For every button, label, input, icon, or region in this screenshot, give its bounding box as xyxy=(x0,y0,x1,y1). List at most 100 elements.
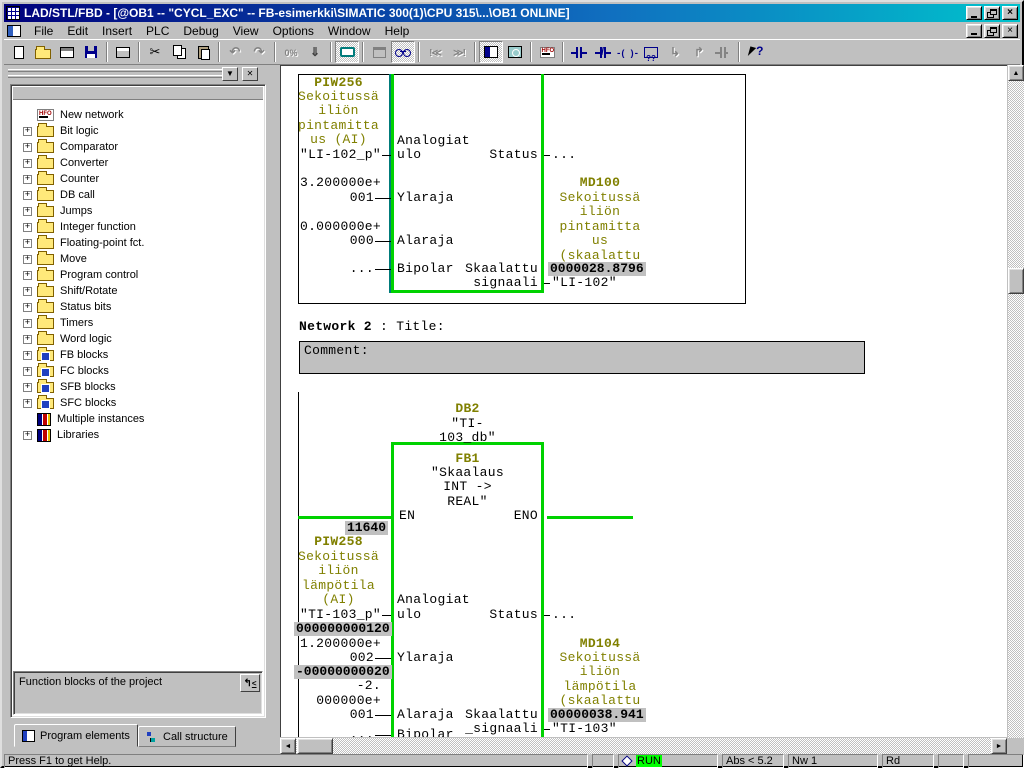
n2-lower-limit-line3[interactable]: 001 xyxy=(296,708,374,722)
document-window-icon[interactable] xyxy=(7,25,21,37)
menu-file[interactable]: File xyxy=(27,22,60,40)
tree-item-sfb-blocks[interactable]: SFB blocks xyxy=(13,379,263,395)
expand-icon[interactable] xyxy=(23,431,32,440)
expand-icon[interactable] xyxy=(23,319,32,328)
menu-options[interactable]: Options xyxy=(266,22,321,40)
expand-icon[interactable] xyxy=(23,127,32,136)
tree-item-jumps[interactable]: Jumps xyxy=(13,203,263,219)
expand-icon[interactable] xyxy=(23,159,32,168)
open-button[interactable] xyxy=(31,41,55,63)
expand-icon[interactable] xyxy=(23,303,32,312)
detail-view-button[interactable] xyxy=(503,41,527,63)
network2-comment-box[interactable]: Comment: xyxy=(299,341,865,374)
tree-item-program-control[interactable]: Program control xyxy=(13,267,263,283)
menu-insert[interactable]: Insert xyxy=(95,22,139,40)
vertical-scrollbar[interactable]: ▲ ▼ xyxy=(1008,65,1024,754)
expand-icon[interactable] xyxy=(23,239,32,248)
coil-button[interactable] xyxy=(615,41,639,63)
network2-header[interactable]: Network 2 : Title: xyxy=(299,320,445,334)
expand-icon[interactable] xyxy=(23,367,32,376)
open-branch-button[interactable] xyxy=(663,41,687,63)
tab-program-elements[interactable]: Program elements xyxy=(14,724,138,747)
paste-button[interactable] xyxy=(191,41,215,63)
tree-item-libraries[interactable]: Libraries xyxy=(13,427,263,443)
sidebar-gripper[interactable] xyxy=(8,69,232,72)
navigate-up-button[interactable]: ↰< xyxy=(240,674,260,692)
expand-icon[interactable] xyxy=(23,335,32,344)
child-restore-button[interactable] xyxy=(984,24,1000,38)
n1-status-value[interactable]: ... xyxy=(552,148,576,162)
monitor-button[interactable] xyxy=(391,41,415,63)
menu-debug[interactable]: Debug xyxy=(176,22,225,40)
minimize-button[interactable] xyxy=(966,6,982,20)
tree-item-shift-rotate[interactable]: Shift/Rotate xyxy=(13,283,263,299)
editor-canvas[interactable]: PIW256 Sekoitussä iliön pintamitta us (A… xyxy=(280,65,1007,737)
menu-help[interactable]: Help xyxy=(378,22,417,40)
expand-icon[interactable] xyxy=(23,207,32,216)
scroll-up-button[interactable]: ▲ xyxy=(1008,65,1024,81)
sidebar-close-button[interactable]: ✕ xyxy=(242,67,258,81)
restore-button[interactable] xyxy=(984,6,1000,20)
download-button[interactable] xyxy=(303,41,327,63)
symbol-information-button[interactable] xyxy=(367,41,391,63)
program-elements-tree[interactable]: New network Bit logic Comparator Convert… xyxy=(13,100,263,667)
expand-icon[interactable] xyxy=(23,399,32,408)
sidebar-gripper[interactable] xyxy=(8,75,232,78)
n2-status-value[interactable]: ... xyxy=(552,608,576,622)
program-elements-overview-button[interactable] xyxy=(479,41,503,63)
tree-item-fb-blocks[interactable]: FB blocks xyxy=(13,347,263,363)
context-help-button[interactable] xyxy=(743,41,767,63)
child-minimize-button[interactable] xyxy=(966,24,982,38)
expand-icon[interactable] xyxy=(23,223,32,232)
redo-button[interactable] xyxy=(247,41,271,63)
close-branch-button[interactable] xyxy=(687,41,711,63)
n1-left-operand[interactable]: "LI-102_p" xyxy=(296,148,381,162)
expand-icon[interactable] xyxy=(23,287,32,296)
horizontal-scrollbar[interactable]: ◄ ► xyxy=(280,738,1007,754)
n1-right-operand[interactable]: "LI-102" xyxy=(552,276,617,290)
close-button[interactable]: × xyxy=(1002,6,1018,20)
n1-upper-limit-hi[interactable]: 3.200000e+ xyxy=(296,176,381,190)
binary-input-button[interactable] xyxy=(711,41,735,63)
n2-db-name[interactable]: "TI- 103_db" xyxy=(391,417,544,446)
expand-icon[interactable] xyxy=(23,175,32,184)
menu-view[interactable]: View xyxy=(226,22,266,40)
print-button[interactable] xyxy=(111,41,135,63)
scroll-left-button[interactable]: ◄ xyxy=(280,738,296,754)
empty-box-button[interactable] xyxy=(639,41,663,63)
n2-lower-limit-line1[interactable]: -2. xyxy=(296,679,381,693)
tree-item-counter[interactable]: Counter xyxy=(13,171,263,187)
n2-db-address[interactable]: DB2 xyxy=(391,402,544,416)
contact-nc-button[interactable] xyxy=(591,41,615,63)
menu-plc[interactable]: PLC xyxy=(139,22,176,40)
tree-item-comparator[interactable]: Comparator xyxy=(13,139,263,155)
n2-right-operand[interactable]: "TI-103" xyxy=(552,722,617,736)
tree-item-integer-function[interactable]: Integer function xyxy=(13,219,263,235)
save-button[interactable] xyxy=(79,41,103,63)
cut-button[interactable] xyxy=(143,41,167,63)
expand-icon[interactable] xyxy=(23,271,32,280)
tree-item-timers[interactable]: Timers xyxy=(13,315,263,331)
expand-icon[interactable] xyxy=(23,191,32,200)
sidebar-dropdown-button[interactable]: ▼ xyxy=(222,67,238,81)
expand-icon[interactable] xyxy=(23,383,32,392)
new-file-button[interactable] xyxy=(7,41,31,63)
new-network-button[interactable] xyxy=(535,41,559,63)
previous-error-button[interactable] xyxy=(423,41,447,63)
menu-edit[interactable]: Edit xyxy=(60,22,95,40)
tree-item-status-bits[interactable]: Status bits xyxy=(13,299,263,315)
n2-bipolar-value[interactable]: ... xyxy=(296,728,374,737)
tree-item-sfc-blocks[interactable]: SFC blocks xyxy=(13,395,263,411)
tree-item-converter[interactable]: Converter xyxy=(13,155,263,171)
scroll-right-button[interactable]: ► xyxy=(991,738,1007,754)
tree-item-fc-blocks[interactable]: FC blocks xyxy=(13,363,263,379)
symbol-selection-button[interactable] xyxy=(335,41,359,63)
tree-item-floating-point[interactable]: Floating-point fct. xyxy=(13,235,263,251)
tab-call-structure[interactable]: Call structure xyxy=(138,726,236,747)
open-online-button[interactable] xyxy=(55,41,79,63)
tree-item-db-call[interactable]: DB call xyxy=(13,187,263,203)
vertical-scroll-thumb[interactable] xyxy=(1008,268,1024,294)
expand-icon[interactable] xyxy=(23,143,32,152)
symbolic-representation-button[interactable] xyxy=(279,41,303,63)
tree-item-move[interactable]: Move xyxy=(13,251,263,267)
